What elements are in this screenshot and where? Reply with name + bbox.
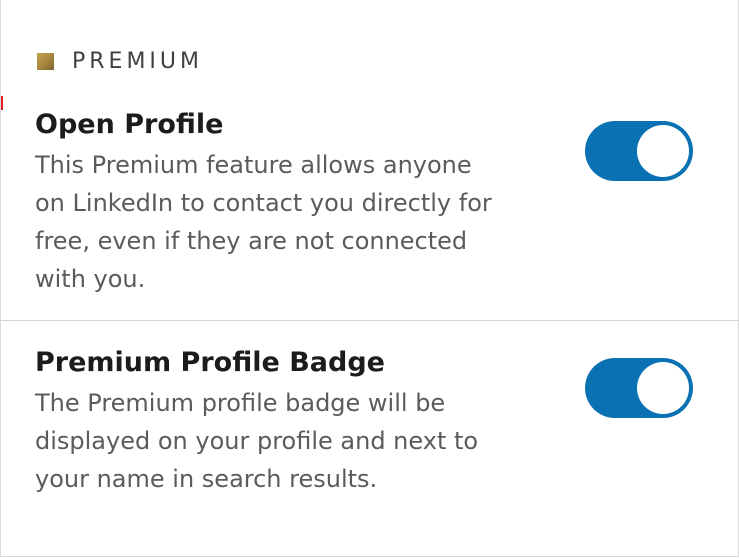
premium-settings-panel: PREMIUM Open Profile This Premium featur…	[0, 0, 739, 557]
setting-description: The Premium profile badge will be displa…	[35, 384, 575, 498]
open-profile-toggle[interactable]	[585, 121, 693, 181]
premium-badge-toggle[interactable]	[585, 358, 693, 418]
description-line: on LinkedIn to contact you directly for	[35, 189, 492, 217]
description-line: The Premium profile badge will be	[35, 389, 446, 417]
description-line: with you.	[35, 265, 146, 293]
premium-icon	[37, 52, 54, 70]
divider	[1, 320, 738, 321]
description-line: your name in search results.	[35, 465, 378, 493]
toggle-knob	[637, 362, 689, 414]
setting-description: This Premium feature allows anyone on Li…	[35, 146, 575, 298]
description-line: displayed on your profile and next to	[35, 427, 479, 455]
toggle-knob	[637, 125, 689, 177]
edge-marker	[1, 96, 3, 110]
description-line: free, even if they are not connected	[35, 227, 468, 255]
section-header: PREMIUM	[37, 48, 203, 74]
description-line: This Premium feature allows anyone	[35, 151, 472, 179]
section-label: PREMIUM	[72, 48, 204, 74]
